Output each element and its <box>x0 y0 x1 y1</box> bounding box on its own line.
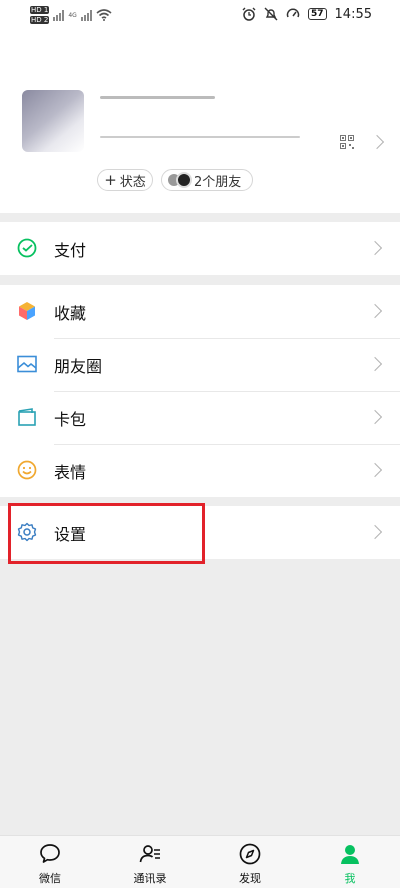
menu-item-stickers[interactable]: 表情 <box>0 444 400 497</box>
signal-1-icon <box>53 9 65 21</box>
menu-item-favorites[interactable]: 收藏 <box>0 285 400 338</box>
compass-icon <box>239 843 261 865</box>
contacts-icon <box>139 845 160 863</box>
mute-bell-icon <box>264 7 278 21</box>
chevron-right-icon <box>367 240 383 256</box>
profile-header[interactable]: + 状态 2个朋友 <box>0 30 400 213</box>
tab-discover[interactable]: 发现 <box>200 836 300 888</box>
nickname-redacted <box>100 96 215 99</box>
status-right: 57 14:55 <box>242 5 372 23</box>
status-bar: HD 1 HD 2 4G 57 14:55 <box>0 0 400 30</box>
battery-indicator: 57 <box>308 8 327 20</box>
speedometer-icon <box>286 8 300 18</box>
menu-label: 支付 <box>54 240 87 260</box>
tab-contacts[interactable]: 通讯录 <box>100 836 200 888</box>
menu-item-moments[interactable]: 朋友圈 <box>0 338 400 391</box>
profile-chevron-icon <box>369 134 385 150</box>
card-wallet-icon <box>18 408 36 426</box>
smiley-icon <box>17 460 37 480</box>
chevron-right-icon <box>367 524 383 540</box>
favorites-cube-icon <box>19 302 35 320</box>
features-group: 收藏 朋友圈 卡包 表情 <box>0 285 400 497</box>
friends-status-button[interactable]: 2个朋友 <box>161 169 253 191</box>
tab-label: 微信 <box>39 872 61 885</box>
avatar[interactable] <box>22 90 84 152</box>
chevron-right-icon <box>367 303 383 319</box>
menu-item-pay[interactable]: 支付 <box>0 222 400 275</box>
tab-label: 通讯录 <box>133 872 167 885</box>
tab-me[interactable]: 我 <box>300 836 400 888</box>
alarm-icon <box>242 7 256 21</box>
menu-label: 朋友圈 <box>54 356 103 376</box>
tab-label: 发现 <box>239 872 261 885</box>
menu-item-cards[interactable]: 卡包 <box>0 391 400 444</box>
friends-label: 2个朋友 <box>194 174 242 190</box>
tab-chats[interactable]: 微信 <box>0 836 100 888</box>
moments-image-icon <box>17 355 37 373</box>
settings-highlight-box <box>8 503 205 564</box>
add-status-button[interactable]: + 状态 <box>97 169 153 191</box>
wechat-id-redacted <box>100 136 300 138</box>
wifi-icon <box>96 9 112 21</box>
sim2-tag: HD 2 <box>30 16 50 24</box>
qr-code-icon[interactable] <box>340 135 354 149</box>
chevron-right-icon <box>367 462 383 478</box>
pay-group: 支付 <box>0 222 400 275</box>
friend-avatar-icon <box>176 172 192 188</box>
menu-label: 卡包 <box>54 409 87 429</box>
chat-bubble-icon <box>40 844 60 863</box>
chevron-right-icon <box>367 356 383 372</box>
status-label: 状态 <box>119 174 146 190</box>
menu-label: 收藏 <box>54 303 87 323</box>
chevron-right-icon <box>367 409 383 425</box>
plus-icon: + <box>104 170 117 189</box>
bottom-tab-bar: 微信 通讯录 发现 我 <box>0 835 400 888</box>
tab-label: 我 <box>344 872 356 885</box>
sim1-tag: HD 1 <box>30 6 50 14</box>
status-left: HD 1 HD 2 4G <box>30 5 112 25</box>
person-icon <box>341 845 359 864</box>
pay-icon <box>17 238 37 258</box>
signal-2-icon <box>80 9 92 21</box>
clock: 14:55 <box>334 6 372 22</box>
network-type: 4G <box>68 11 77 19</box>
menu-label: 表情 <box>54 462 87 482</box>
sim-tags: HD 1 HD 2 <box>30 6 50 24</box>
